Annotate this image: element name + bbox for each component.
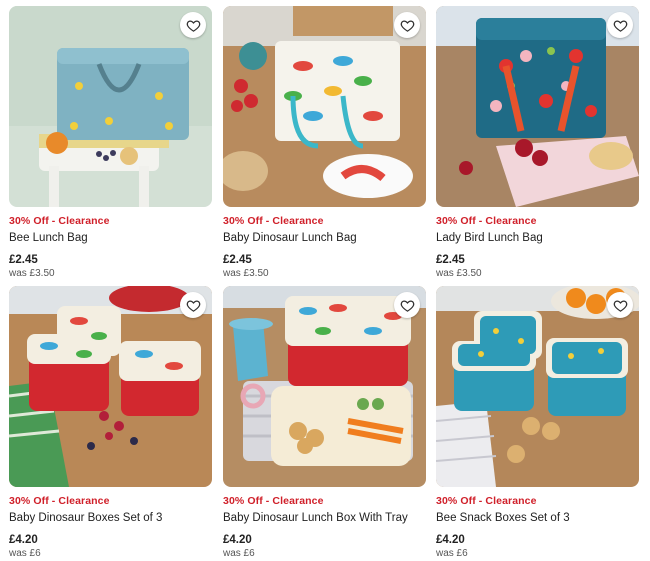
product-image-bee-snack-boxes[interactable] bbox=[436, 286, 639, 487]
product-title[interactable]: Baby Dinosaur Lunch Box With Tray bbox=[223, 511, 426, 525]
product-title[interactable]: Bee Snack Boxes Set of 3 bbox=[436, 511, 639, 525]
was-price: was £6 bbox=[223, 548, 255, 559]
heart-outline-icon bbox=[613, 299, 627, 312]
was-price: was £3.50 bbox=[223, 268, 269, 279]
product-title[interactable]: Baby Dinosaur Boxes Set of 3 bbox=[9, 511, 212, 525]
product-price: £2.45 bbox=[223, 254, 252, 266]
product-card[interactable]: 30% Off - Clearance Bee Snack Boxes Set … bbox=[436, 286, 639, 560]
product-card[interactable]: 30% Off - Clearance Bee Lunch Bag £2.45 … bbox=[9, 6, 212, 280]
was-price: was £6 bbox=[436, 548, 468, 559]
was-price: was £6 bbox=[9, 548, 41, 559]
was-price: was £3.50 bbox=[9, 268, 55, 279]
heart-outline-icon bbox=[613, 19, 627, 32]
promo-label: 30% Off - Clearance bbox=[9, 215, 110, 227]
product-title[interactable]: Lady Bird Lunch Bag bbox=[436, 231, 639, 245]
product-title[interactable]: Bee Lunch Bag bbox=[9, 231, 212, 245]
product-price: £4.20 bbox=[436, 534, 465, 546]
was-price: was £3.50 bbox=[436, 268, 482, 279]
favourite-button[interactable] bbox=[607, 12, 633, 38]
product-image-bee-lunch-bag[interactable] bbox=[9, 6, 212, 207]
promo-label: 30% Off - Clearance bbox=[436, 215, 537, 227]
product-image-baby-dinosaur-lunch-box-tray[interactable] bbox=[223, 286, 426, 487]
heart-outline-icon bbox=[400, 19, 414, 32]
product-price: £4.20 bbox=[9, 534, 38, 546]
product-card[interactable]: 30% Off - Clearance Baby Dinosaur Lunch … bbox=[223, 286, 426, 560]
product-card[interactable]: 30% Off - Clearance Lady Bird Lunch Bag … bbox=[436, 6, 639, 280]
product-title[interactable]: Baby Dinosaur Lunch Bag bbox=[223, 231, 426, 245]
promo-label: 30% Off - Clearance bbox=[223, 215, 324, 227]
product-image-lady-bird-lunch-bag[interactable] bbox=[436, 6, 639, 207]
product-price: £2.45 bbox=[436, 254, 465, 266]
promo-label: 30% Off - Clearance bbox=[436, 495, 537, 507]
heart-outline-icon bbox=[400, 299, 414, 312]
favourite-button[interactable] bbox=[394, 12, 420, 38]
favourite-button[interactable] bbox=[180, 292, 206, 318]
heart-outline-icon bbox=[186, 299, 200, 312]
promo-label: 30% Off - Clearance bbox=[9, 495, 110, 507]
product-grid: 30% Off - Clearance Bee Lunch Bag £2.45 … bbox=[0, 0, 650, 561]
heart-outline-icon bbox=[186, 19, 200, 32]
product-image-baby-dinosaur-boxes[interactable] bbox=[9, 286, 212, 487]
product-price: £2.45 bbox=[9, 254, 38, 266]
product-card[interactable]: 30% Off - Clearance Baby Dinosaur Lunch … bbox=[223, 6, 426, 280]
promo-label: 30% Off - Clearance bbox=[223, 495, 324, 507]
favourite-button[interactable] bbox=[607, 292, 633, 318]
favourite-button[interactable] bbox=[394, 292, 420, 318]
product-price: £4.20 bbox=[223, 534, 252, 546]
favourite-button[interactable] bbox=[180, 12, 206, 38]
product-image-baby-dinosaur-lunch-bag[interactable] bbox=[223, 6, 426, 207]
product-card[interactable]: 30% Off - Clearance Baby Dinosaur Boxes … bbox=[9, 286, 212, 560]
